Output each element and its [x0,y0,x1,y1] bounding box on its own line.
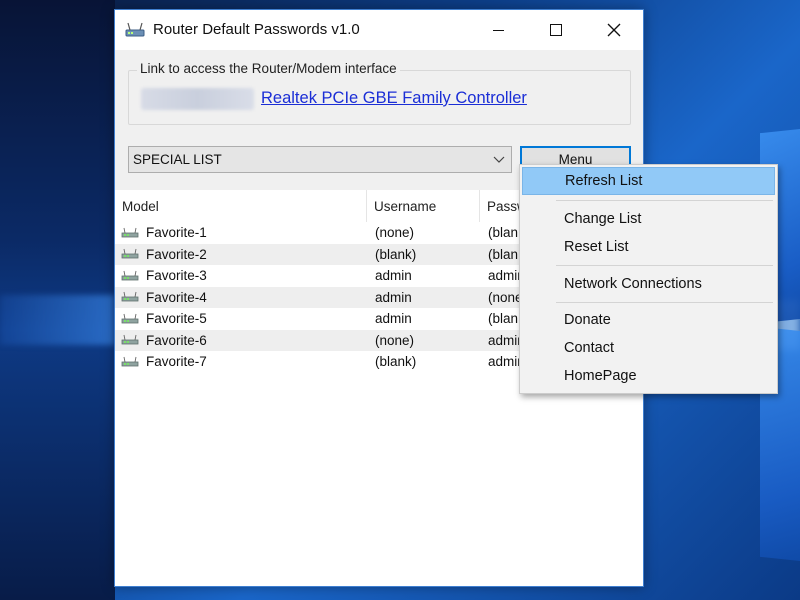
close-button[interactable] [591,10,637,50]
cell-model: Favorite-3 [121,265,367,287]
cell-model: Favorite-4 [121,287,367,309]
menu-separator [556,200,773,201]
cell-model: Favorite-1 [121,222,367,244]
model-name: Favorite-1 [146,225,207,241]
cell-model: Favorite-5 [121,308,367,330]
menu-item-reset-list[interactable]: Reset List [522,233,775,261]
router-link-groupbox: Link to access the Router/Modem interfac… [128,61,631,125]
menu-item-network-connections[interactable]: Network Connections [522,270,775,298]
menu-separator [556,302,773,303]
network-device-icon [121,249,139,259]
cell-username: (blank) [375,246,417,262]
maximize-button[interactable] [533,10,579,50]
network-device-icon [121,335,139,345]
model-name: Favorite-4 [146,289,207,305]
menu-item-change-list[interactable]: Change List [522,205,775,233]
window-title: Router Default Passwords v1.0 [153,21,360,38]
cell-username: admin [375,311,412,327]
cell-username: (blank) [375,354,417,370]
menu-item-donate[interactable]: Donate [522,306,775,334]
groupbox-legend: Link to access the Router/Modem interfac… [137,61,400,76]
menu-item-contact[interactable]: Contact [522,334,775,362]
close-icon [607,23,621,37]
desktop-light-beam-left [0,295,115,345]
cell-username: admin [375,268,412,284]
model-name: Favorite-5 [146,311,207,327]
network-device-icon [121,292,139,302]
cell-model: Favorite-7 [121,351,367,373]
minimize-button[interactable] [475,10,521,50]
maximize-icon [550,24,562,36]
column-header-model[interactable]: Model [115,190,367,222]
model-name: Favorite-2 [146,246,207,262]
model-name: Favorite-7 [146,354,207,370]
cell-username: admin [375,289,412,305]
cell-username: (none) [375,332,415,348]
menu-item-refresh-list[interactable]: Refresh List [522,167,775,195]
menu-separator [556,265,773,266]
context-menu: Refresh List Change List Reset List Netw… [519,164,778,394]
cell-username: (none) [375,225,415,241]
chevron-down-icon [493,156,505,163]
minimize-icon [492,29,504,31]
cell-model: Favorite-2 [121,244,367,266]
network-device-icon [121,227,139,238]
model-name: Favorite-3 [146,268,207,284]
list-select-dropdown[interactable]: SPECIAL LIST [128,146,512,173]
router-interface-link[interactable]: Realtek PCIe GBE Family Controller [261,89,527,108]
redacted-address [141,88,254,110]
list-select-value: SPECIAL LIST [133,152,222,167]
model-name: Favorite-6 [146,332,207,348]
column-header-username[interactable]: Username [367,190,480,222]
network-device-icon [121,313,139,324]
network-device-icon [121,270,139,281]
cell-model: Favorite-6 [121,330,367,352]
network-device-icon [121,356,139,367]
menu-item-homepage[interactable]: HomePage [522,362,775,390]
router-icon [125,22,145,37]
title-bar[interactable]: Router Default Passwords v1.0 [115,10,643,50]
